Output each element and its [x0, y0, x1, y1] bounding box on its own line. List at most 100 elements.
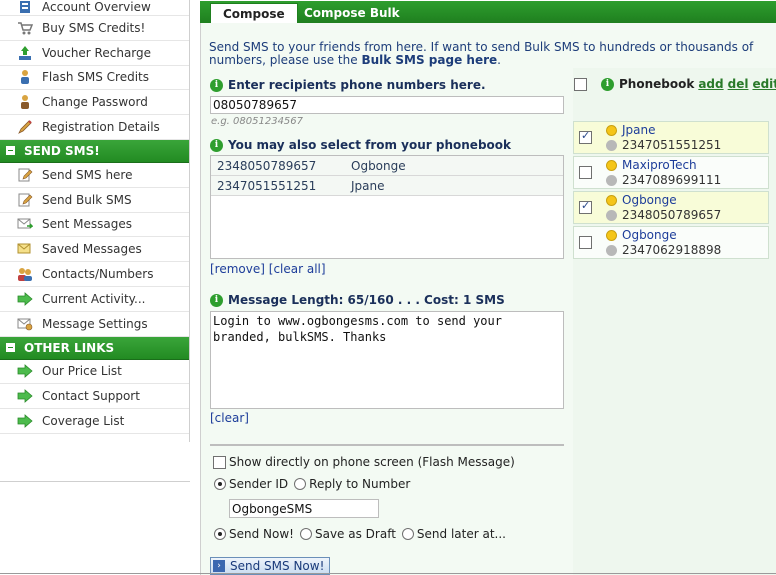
- phonebook-contact[interactable]: MaxiproTech 2347089699111: [573, 156, 769, 189]
- selected-recipients-list[interactable]: 2348050789657 Ogbonge 2347051551251 Jpan…: [210, 155, 564, 259]
- reply-to-radio[interactable]: [294, 478, 307, 490]
- pencil-icon: [16, 118, 34, 136]
- sidebar-item-send-bulk-sms[interactable]: Send Bulk SMS: [0, 188, 189, 213]
- bulk-sms-link[interactable]: Bulk SMS page here: [361, 53, 497, 67]
- voucher-icon: [16, 44, 34, 62]
- contacts-icon: [16, 265, 34, 283]
- sidebar-item-registration-details[interactable]: Registration Details: [0, 115, 189, 140]
- message-length-label: i Message Length: 65/160 . . . Cost: 1 S…: [210, 293, 505, 307]
- tab-compose-bulk[interactable]: Compose Bulk: [292, 3, 412, 23]
- list-item[interactable]: 2347051551251 Jpane: [211, 176, 563, 196]
- contact-name: Ogbonge: [622, 192, 677, 207]
- save-draft-label: Save as Draft: [314, 527, 396, 541]
- sent-icon: [16, 215, 34, 233]
- contact-phone: 2347062918898: [622, 242, 722, 257]
- account-icon: [16, 0, 34, 16]
- contact-checkbox[interactable]: [579, 199, 592, 214]
- phonebook-edit-link[interactable]: edit: [752, 77, 776, 91]
- page-bottom-border: [0, 573, 776, 574]
- sidebar-item-contacts[interactable]: Contacts/Numbers: [0, 262, 189, 287]
- sidebar-item-label: Registration Details: [42, 120, 160, 135]
- sidebar-item-saved-messages[interactable]: Saved Messages: [0, 237, 189, 263]
- save-draft-radio[interactable]: [299, 528, 312, 540]
- sidebar-item-flash-credits[interactable]: Flash SMS Credits: [0, 66, 189, 91]
- arrow-icon: [16, 362, 34, 380]
- sidebar-item-change-password[interactable]: Change Password: [0, 90, 189, 116]
- contact-checkbox[interactable]: [579, 129, 592, 144]
- sidebar-item-label: Saved Messages: [42, 242, 142, 257]
- sidebar-item-voucher-recharge[interactable]: Voucher Recharge: [0, 41, 189, 66]
- recipients-input[interactable]: [210, 96, 564, 114]
- contact-phone: 2347089699111: [622, 172, 722, 187]
- compose-form: Send SMS to your friends from here. If w…: [201, 23, 753, 575]
- sidebar-item-label: Contact Support: [42, 389, 140, 404]
- recipient-number: 2348050789657: [217, 158, 317, 173]
- sidebar-item-label: Our Price List: [42, 364, 122, 379]
- send-now-radio[interactable]: [214, 528, 226, 540]
- recipients-example: e.g. 08051234567: [211, 116, 304, 127]
- sidebar-item-label: Account Overview: [42, 0, 151, 14]
- sidebar-item-contact-support[interactable]: Contact Support: [0, 384, 189, 410]
- sidebar-item-account-overview[interactable]: Account Overview: [0, 0, 189, 16]
- phonebook-contact[interactable]: Jpane 2347051551251: [573, 121, 769, 154]
- section-title: OTHER LINKS: [24, 340, 115, 355]
- send-later-radio[interactable]: [401, 528, 414, 540]
- recipients-label: i Enter recipients phone numbers here.: [210, 78, 486, 92]
- sidebar-item-label: Current Activity...: [42, 291, 146, 306]
- arrow-icon: [16, 290, 34, 308]
- sidebar-item-label: Contacts/Numbers: [42, 267, 154, 282]
- contact-name: MaxiproTech: [622, 157, 697, 172]
- sidebar-item-send-sms[interactable]: Send SMS here: [0, 163, 189, 188]
- collapse-icon: [6, 343, 15, 353]
- sidebar-item-message-settings[interactable]: Message Settings: [0, 312, 189, 337]
- pencil-icon: [16, 166, 34, 184]
- sidebar-item-price-list[interactable]: Our Price List: [0, 360, 189, 385]
- phonebook-add-link[interactable]: add: [698, 77, 723, 91]
- tab-compose[interactable]: Compose: [210, 3, 298, 23]
- contact-checkbox[interactable]: [579, 236, 592, 249]
- select-all-checkbox[interactable]: [574, 77, 587, 91]
- phonebook-select-label-text: You may also select from your phonebook: [228, 138, 512, 152]
- intro-end: .: [497, 53, 501, 67]
- smiley-icon: [606, 124, 617, 136]
- message-textarea[interactable]: Login to www.ogbongesms.com to send your…: [210, 311, 564, 409]
- form-divider: [210, 444, 564, 446]
- main-content: Compose Compose Bulk Send SMS to your fr…: [200, 0, 776, 575]
- arrow-icon: [16, 412, 34, 430]
- other-links-section-header: OTHER LINKS: [0, 336, 189, 360]
- clear-all-link[interactable]: [clear all]: [269, 262, 326, 276]
- recipients-label-text: Enter recipients phone numbers here.: [228, 78, 486, 92]
- flash-option: Show directly on phone screen (Flash Mes…: [213, 455, 515, 469]
- send-later-label: Send later at...: [416, 527, 506, 541]
- contact-name: Ogbonge: [622, 227, 677, 242]
- sidebar-item-current-activity[interactable]: Current Activity...: [0, 287, 189, 312]
- list-item[interactable]: 2348050789657 Ogbonge: [211, 156, 563, 176]
- contact-checkbox[interactable]: [579, 166, 592, 179]
- phonebook-del-link[interactable]: del: [728, 77, 749, 91]
- recipient-actions: [remove] [clear all]: [210, 262, 326, 276]
- sender-id-radio[interactable]: [214, 478, 226, 490]
- info-icon: i: [210, 293, 223, 307]
- sender-type-options: Sender ID Reply to Number: [214, 477, 410, 491]
- phonebook-contact[interactable]: Ogbonge 2348050789657: [573, 191, 769, 224]
- send-arrow-icon: ›: [213, 560, 225, 572]
- phonebook-title: Phonebook: [619, 77, 695, 91]
- remove-link[interactable]: [remove]: [210, 262, 265, 276]
- phonebook-contact[interactable]: Ogbonge 2347062918898: [573, 226, 769, 259]
- password-icon: [16, 93, 34, 111]
- sidebar-item-label: Voucher Recharge: [42, 45, 152, 60]
- sidebar-item-label: Buy SMS Credits!: [42, 20, 146, 35]
- settings-icon: [16, 315, 34, 333]
- clear-message-link[interactable]: [clear]: [210, 411, 249, 425]
- sidebar-item-label: Message Settings: [42, 316, 148, 331]
- sidebar-item-sent-messages[interactable]: Sent Messages: [0, 213, 189, 238]
- sidebar-item-buy-credits[interactable]: Buy SMS Credits!: [0, 16, 189, 41]
- flash-message-checkbox[interactable]: [213, 455, 226, 469]
- sidebar-item-coverage-list[interactable]: Coverage List: [0, 409, 189, 434]
- reply-to-label: Reply to Number: [309, 477, 411, 491]
- send-sms-section-header: SEND SMS!: [0, 139, 189, 163]
- arrow-icon: [16, 387, 34, 405]
- sender-id-input[interactable]: [229, 499, 379, 518]
- phone-icon: [606, 174, 617, 186]
- cart-icon: [16, 19, 34, 37]
